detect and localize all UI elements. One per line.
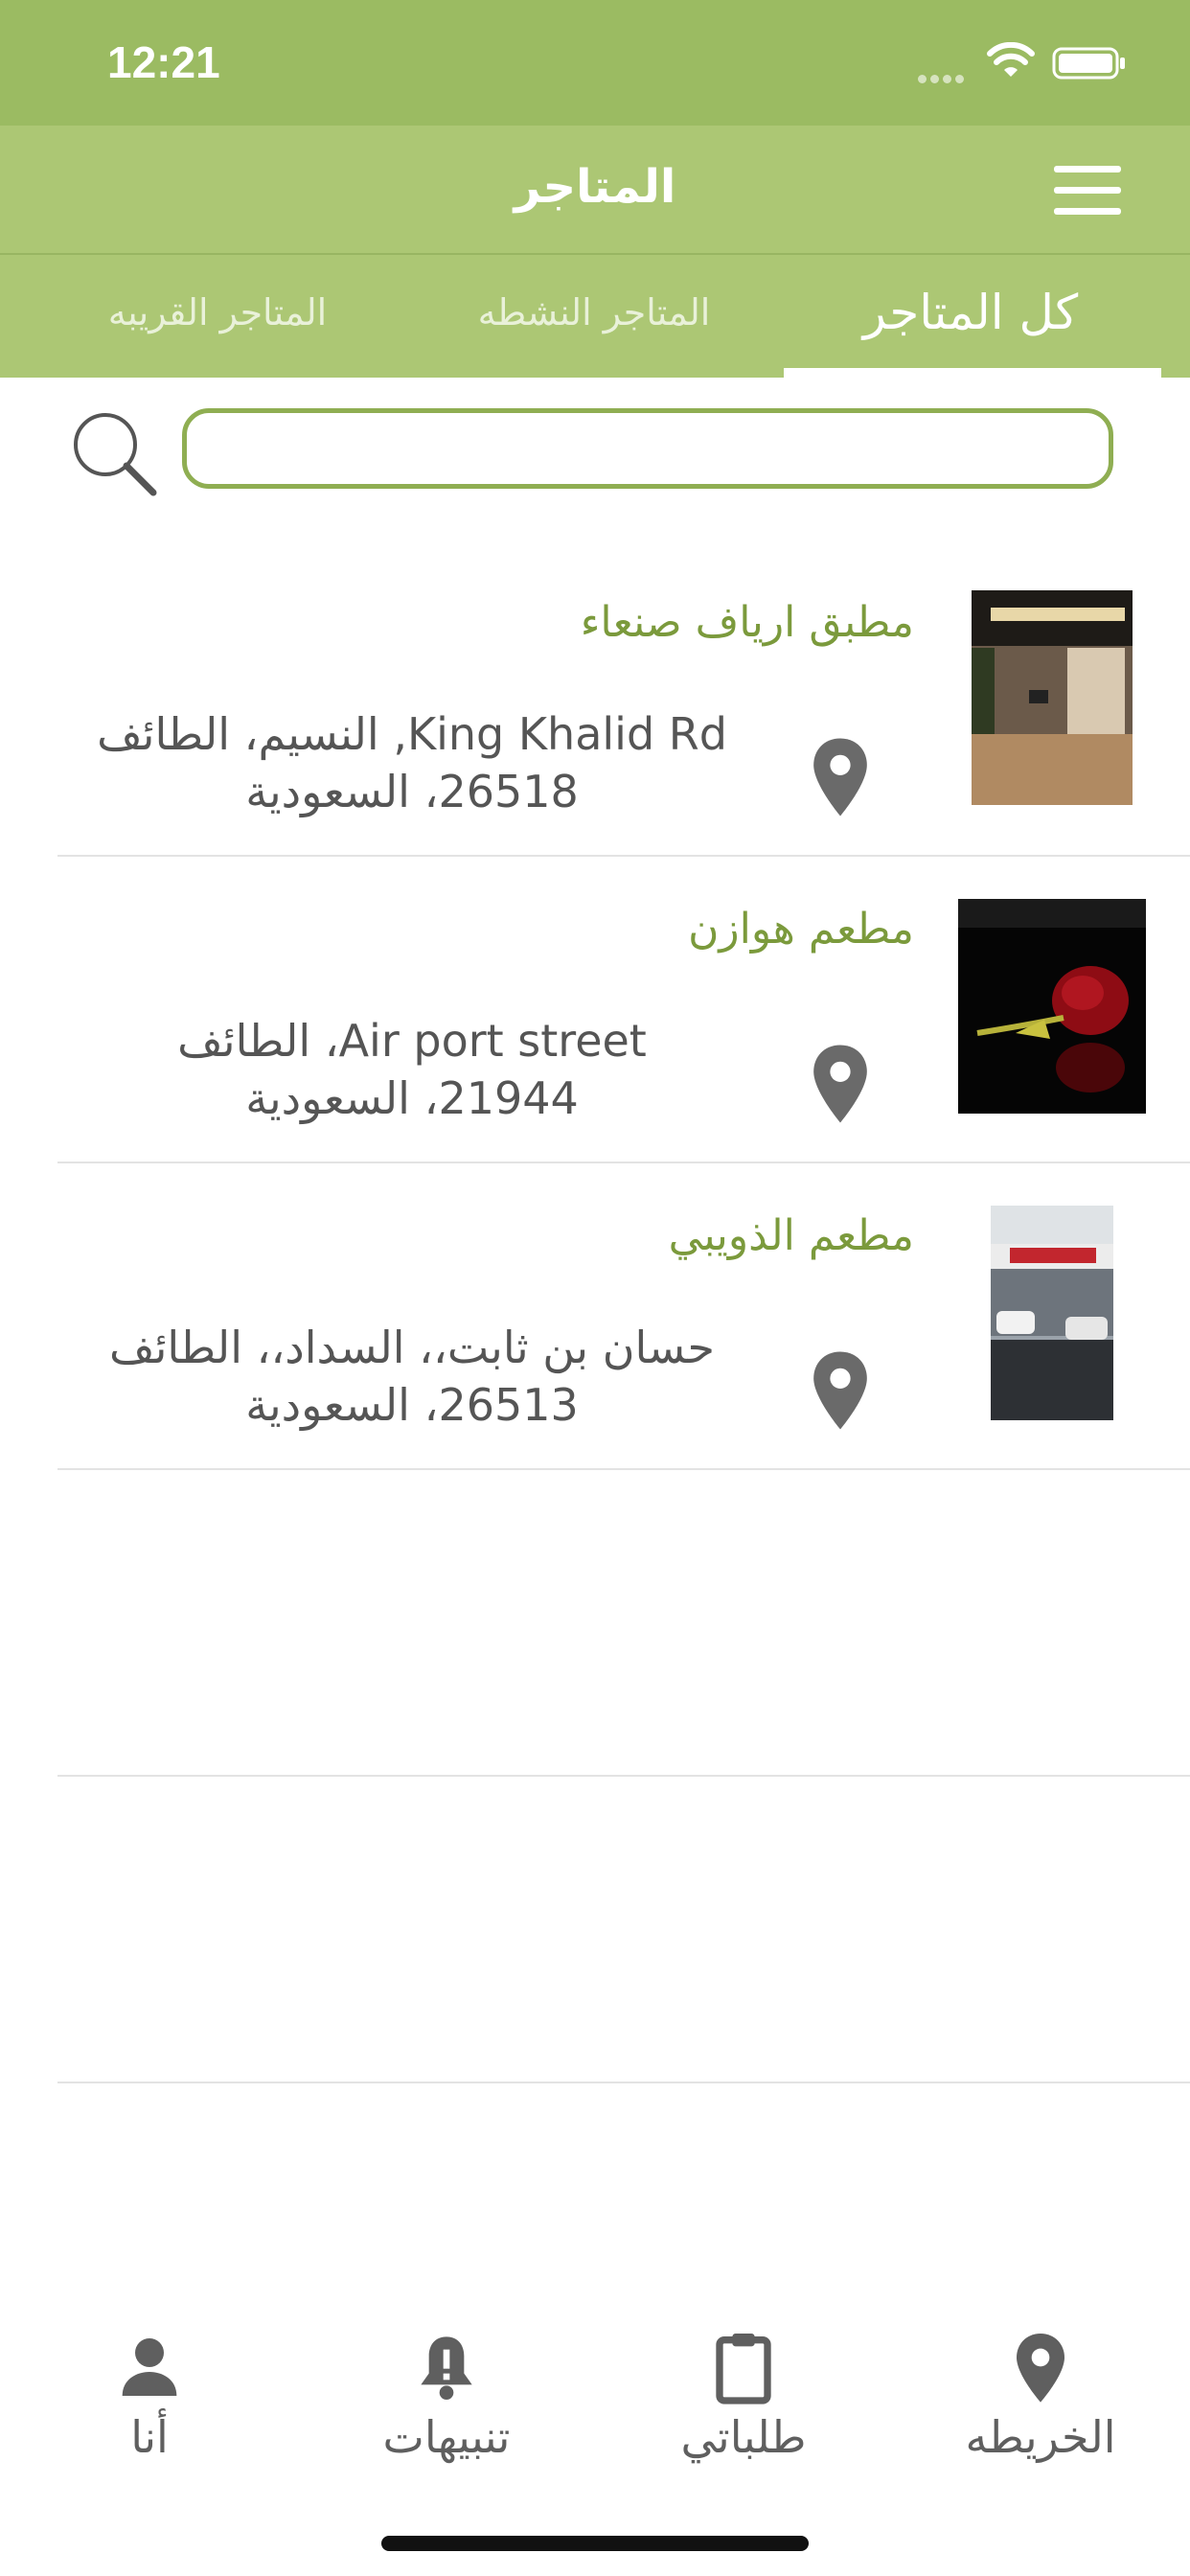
tab-active-stores[interactable]: المتاجر النشطه [407, 255, 781, 378]
store-address: King Khalid Rd, النسيم، الطائف 26518، ال… [57, 705, 767, 820]
address-line: 21944، السعودية [245, 1072, 579, 1124]
bottom-tab-label: طلباتي [680, 2411, 807, 2463]
store-thumbnail [958, 899, 1146, 1114]
address-line: حسان بن ثابت،، السداد،، الطائف [109, 1322, 715, 1373]
tab-label: المتاجر النشطه [477, 291, 711, 334]
search-icon[interactable] [67, 406, 159, 498]
address-line: King Khalid Rd, النسيم، الطائف [97, 708, 727, 760]
address-line: Air port street، الطائف [177, 1015, 647, 1067]
bottom-tab-label: أنا [130, 2411, 169, 2463]
nav-bar: المتاجر [0, 126, 1190, 255]
hamburger-menu-icon[interactable] [1054, 166, 1121, 216]
status-time: 12:21 [107, 37, 220, 87]
home-indicator [381, 2536, 809, 2551]
tab-all-stores[interactable]: كل المتاجر [784, 255, 1157, 378]
empty-list-row [57, 1468, 1190, 1777]
bottom-tab-notifications[interactable]: تنبيهات [303, 2329, 590, 2472]
map-pin-icon [1017, 2334, 1064, 2403]
tab-nearby-stores[interactable]: المتاجر القريبه [31, 255, 404, 378]
clipboard-icon [716, 2334, 771, 2404]
bottom-tab-map[interactable]: الخريطه [897, 2329, 1184, 2472]
store-row[interactable]: مطبق ارياف صنعاء King Khalid Rd, النسيم،… [57, 548, 1190, 857]
location-pin-icon [813, 738, 867, 816]
page-title: المتاجر [514, 160, 676, 214]
store-row[interactable]: مطعم الذويبي حسان بن ثابت،، السداد،، الط… [57, 1162, 1190, 1470]
bottom-tab-label: تنبيهات [382, 2411, 511, 2463]
active-tab-indicator [784, 368, 1161, 378]
address-line: 26518، السعودية [245, 766, 579, 817]
store-name: مطعم هوازن [688, 905, 914, 954]
wifi-icon [987, 42, 1035, 77]
store-thumbnail [991, 1206, 1113, 1420]
location-pin-icon [813, 1351, 867, 1430]
store-name: مطبق ارياف صنعاء [580, 598, 914, 647]
store-row[interactable]: مطعم هوازن Air port street، الطائف 21944… [57, 855, 1190, 1163]
store-tabs: كل المتاجر المتاجر النشطه المتاجر القريب… [0, 255, 1190, 378]
address-line: 26513، السعودية [245, 1379, 579, 1431]
bottom-tab-my-orders[interactable]: طلباتي [600, 2329, 887, 2472]
location-pin-icon [813, 1045, 867, 1123]
person-icon [122, 2338, 177, 2396]
cellular-signal-icon [918, 69, 968, 83]
tab-label: المتاجر القريبه [107, 291, 328, 334]
store-address: حسان بن ثابت،، السداد،، الطائف 26513، ال… [57, 1319, 767, 1434]
empty-list-row [57, 1775, 1190, 2083]
store-thumbnail [972, 590, 1133, 805]
bell-alert-icon [421, 2336, 472, 2400]
tab-label: كل المتاجر [862, 285, 1079, 340]
store-address: Air port street، الطائف 21944، السعودية [57, 1012, 767, 1127]
store-name: مطعم الذويبي [668, 1211, 914, 1260]
bottom-tab-label: الخريطه [965, 2411, 1116, 2463]
status-bar: 12:21 [0, 0, 1190, 126]
battery-icon [1052, 47, 1125, 80]
bottom-tab-profile[interactable]: أنا [6, 2329, 293, 2472]
search-input[interactable] [182, 408, 1113, 489]
